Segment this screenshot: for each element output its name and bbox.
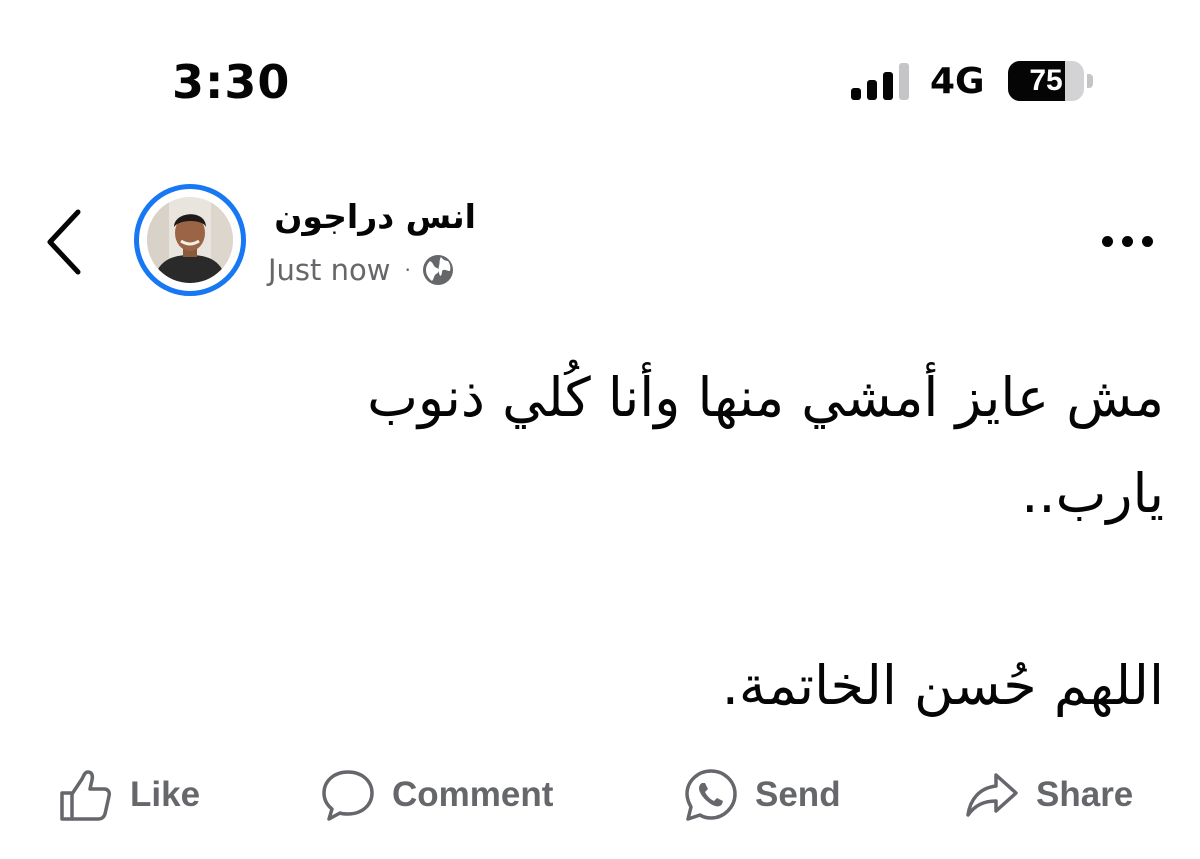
battery-level: 75 (1029, 64, 1063, 97)
send-label: Send (755, 775, 841, 814)
share-label: Share (1036, 775, 1134, 814)
comment-button[interactable]: Comment (320, 760, 553, 830)
share-button[interactable]: Share (964, 760, 1133, 830)
status-bar: 3:30 4G 75 (0, 0, 1200, 160)
comment-label: Comment (392, 775, 554, 814)
signal-strength-icon (851, 62, 913, 100)
globe-icon (422, 255, 453, 285)
network-type: 4G (930, 61, 985, 102)
post-blank-line (84, 542, 1164, 638)
back-button[interactable] (40, 206, 90, 278)
comment-bubble-icon (322, 770, 374, 821)
post-line: اللهم حُسن الخاتمة. (721, 654, 1164, 717)
profile-photo-icon (147, 197, 233, 283)
status-time: 3:30 (172, 55, 291, 109)
post-timestamp: Just now (268, 253, 391, 287)
like-label: Like (130, 775, 201, 814)
send-button[interactable]: Send (683, 760, 841, 830)
post-line: يارب.. (1021, 462, 1164, 525)
whatsapp-icon (685, 769, 737, 821)
author-avatar[interactable] (134, 184, 246, 296)
action-bar: Like Comment Send Share (0, 760, 1200, 830)
like-button[interactable]: Like (58, 760, 200, 830)
meta-separator: · (404, 258, 411, 282)
battery-icon: 75 (1008, 61, 1094, 101)
avatar (147, 197, 233, 283)
thumbs-up-icon (60, 770, 111, 821)
more-options-button[interactable] (1100, 222, 1164, 262)
post-text: مش عايز أمشي منها وأنا كُلي ذنوب يارب.. … (84, 350, 1164, 734)
share-arrow-icon (966, 773, 1018, 817)
post-meta: Just now · (268, 250, 455, 290)
author-name[interactable]: انس دراجون (262, 196, 476, 238)
post-line: مش عايز أمشي منها وأنا كُلي ذنوب (367, 366, 1164, 429)
chevron-left-icon (47, 209, 81, 275)
